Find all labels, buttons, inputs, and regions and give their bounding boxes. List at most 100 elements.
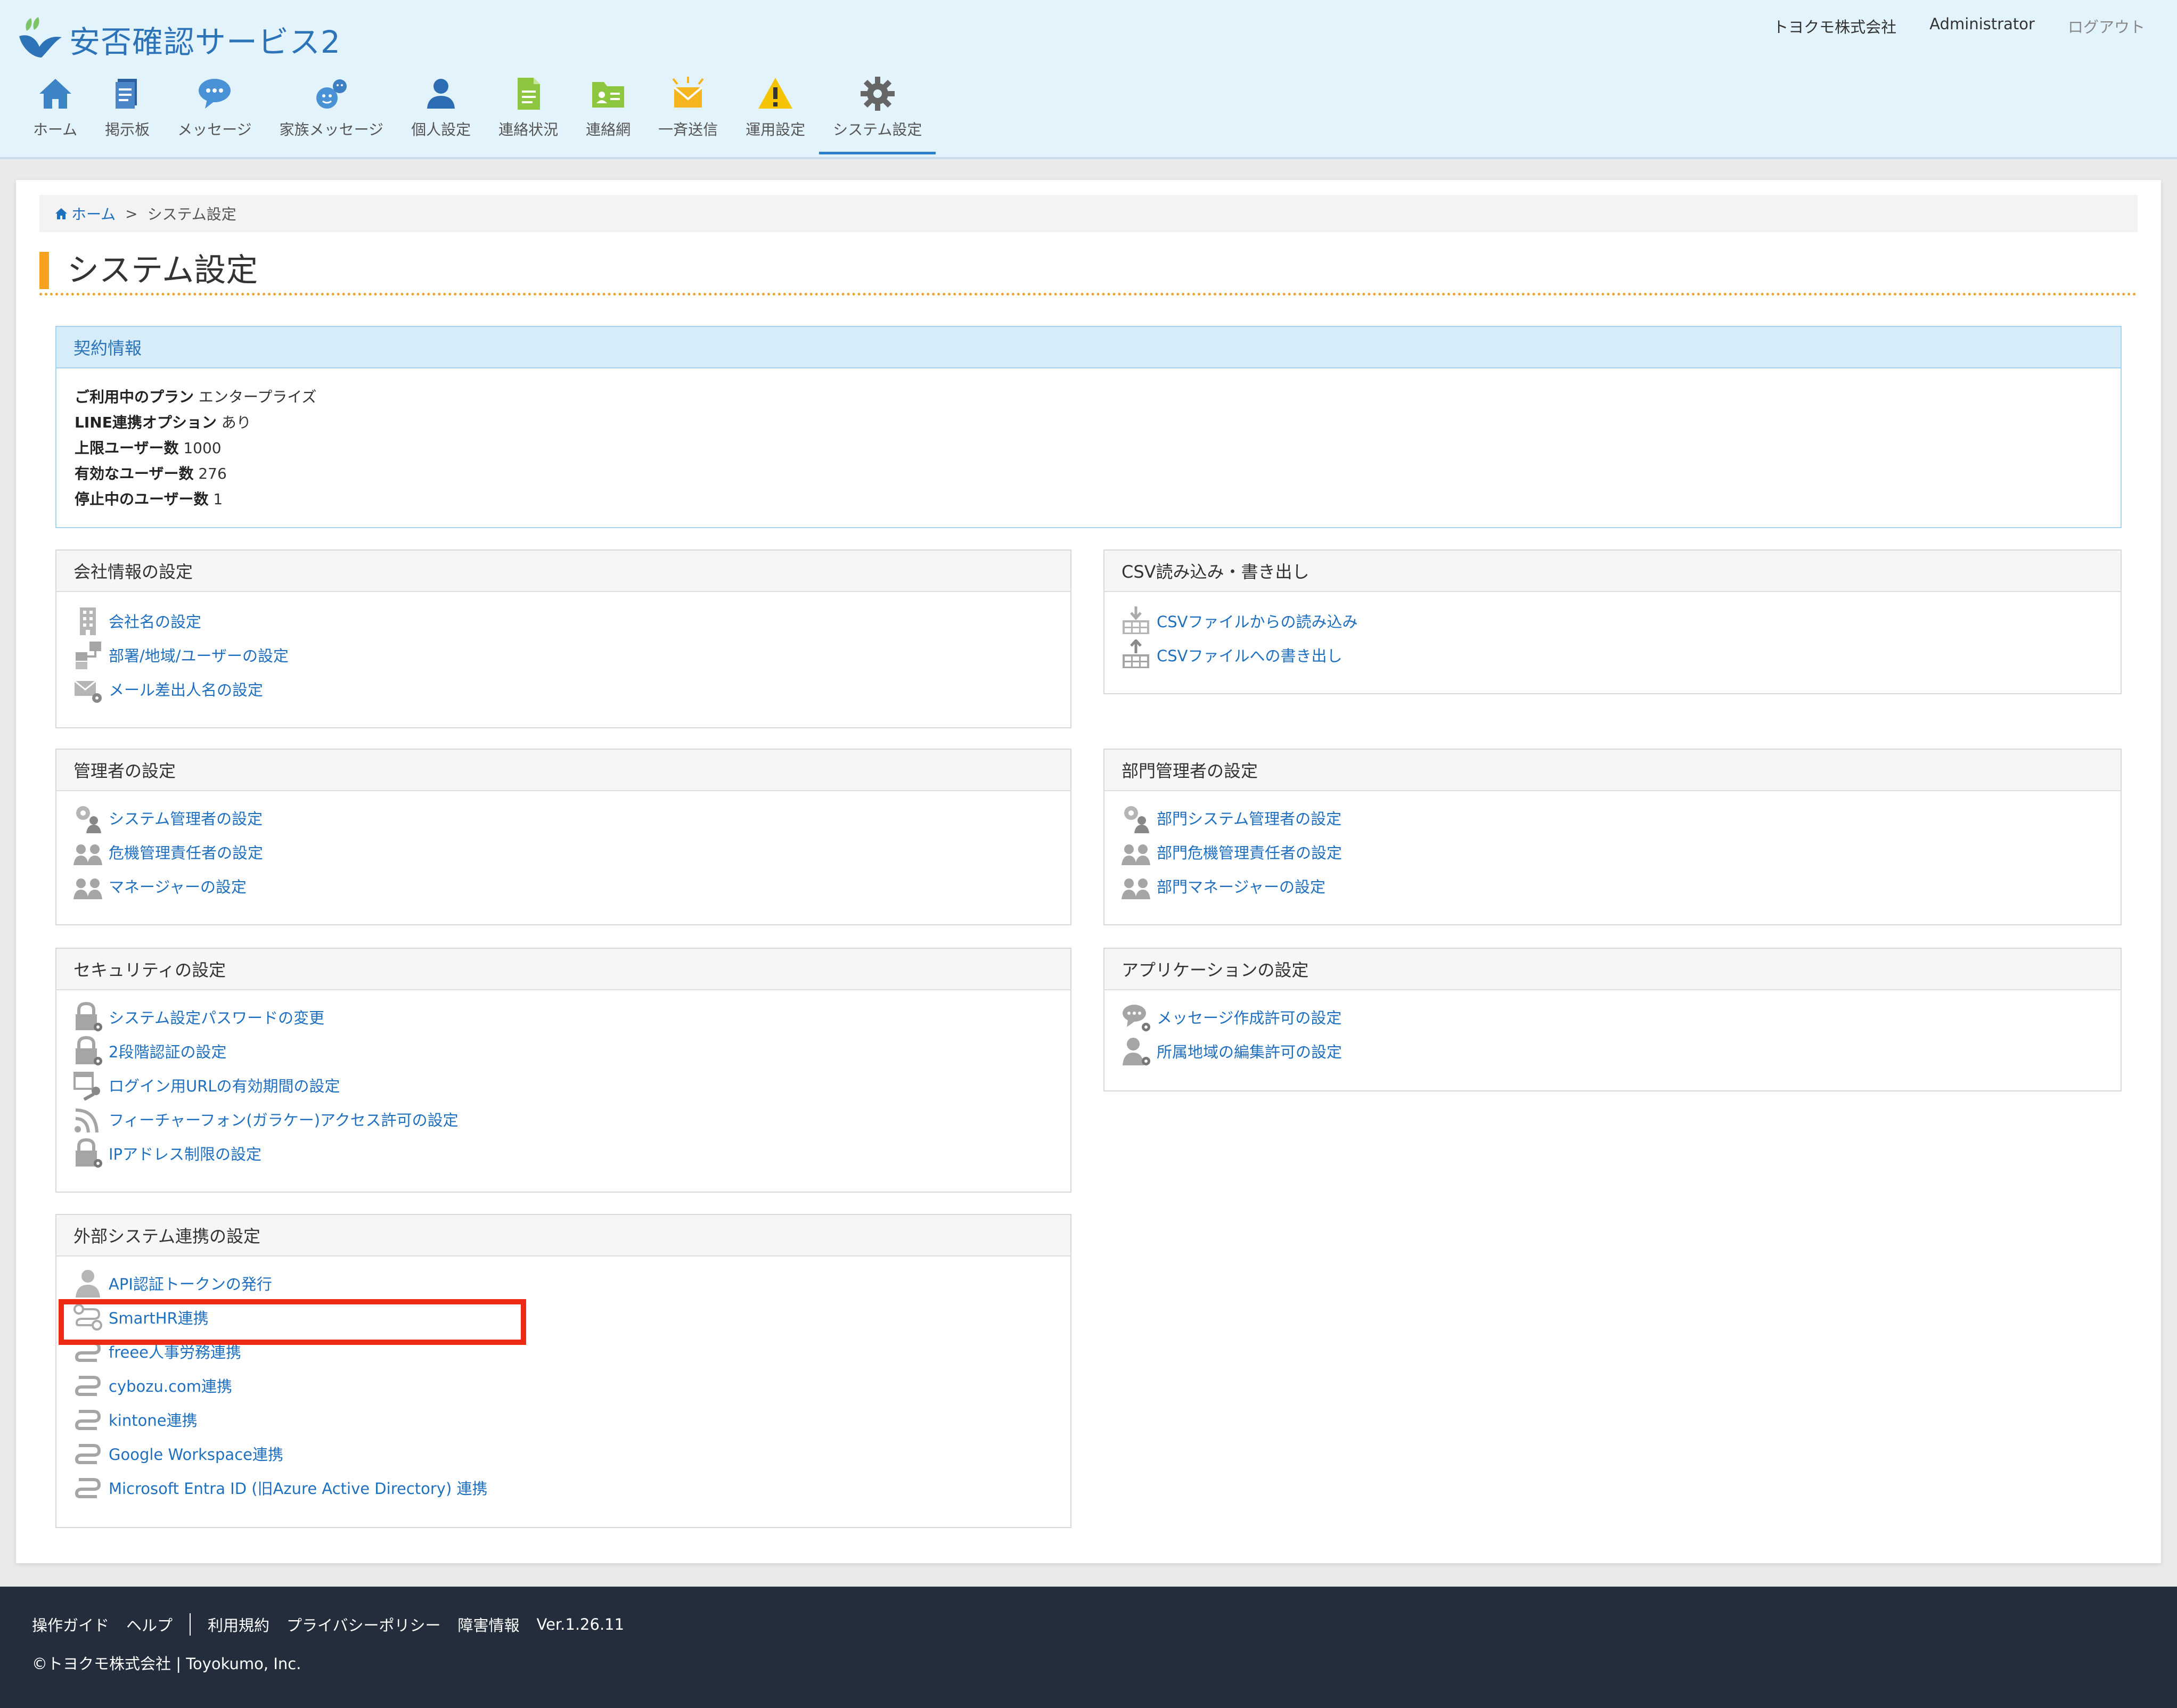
nav-label: システム設定 — [833, 121, 922, 138]
link-company-name[interactable]: 会社名の設定 — [72, 604, 201, 638]
highlight-box-smarthr — [59, 1299, 526, 1345]
nav-label: 運用設定 — [746, 121, 806, 138]
link-system-password[interactable]: システム設定パスワードの変更 — [72, 1000, 324, 1034]
nav-operation-settings[interactable]: 運用設定 — [732, 75, 819, 154]
contract-line-option: LINE連携オプション あり — [75, 414, 251, 431]
footer-copyright: ©トヨクモ株式会社 | Toyokumo, Inc. — [32, 1655, 301, 1673]
main-nav: ホーム 掲示板 メッセージ 家族メッセージ 個人設定 連絡状況 連絡網 一斉送信… — [19, 75, 936, 154]
integration-flow-icon — [75, 1376, 101, 1396]
dept-admin-settings-box: 部門管理者の設定 部門システム管理者の設定 部門危機管理責任者の設定 部門マネー… — [1103, 749, 2122, 925]
envelope-broadcast-icon — [672, 77, 704, 108]
link-system-admin[interactable]: システム管理者の設定 — [72, 801, 263, 835]
link-microsoft-entra[interactable]: Microsoft Entra ID (旧Azure Active Direct… — [72, 1471, 488, 1505]
footer-link-guide[interactable]: 操作ガイド — [32, 1613, 109, 1636]
footer-link-terms[interactable]: 利用規約 — [208, 1613, 269, 1636]
link-crisis-manager[interactable]: 危機管理責任者の設定 — [72, 835, 263, 869]
nav-home[interactable]: ホーム — [19, 75, 91, 154]
building-icon — [80, 607, 96, 635]
breadcrumb-current: システム設定 — [147, 206, 236, 223]
link-cybozu[interactable]: cybozu.com連携 — [72, 1368, 232, 1402]
main-panel: ホーム > システム設定 システム設定 契約情報 ご利用中のプラン エンタープラ… — [16, 180, 2161, 1563]
link-dept-system-admin[interactable]: 部門システム管理者の設定 — [1120, 801, 1341, 835]
link-manager[interactable]: マネージャーの設定 — [72, 869, 247, 903]
link-api-token[interactable]: API認証トークンの発行 — [72, 1266, 272, 1300]
link-google-workspace[interactable]: Google Workspace連携 — [72, 1436, 283, 1471]
link-login-url-expiry[interactable]: ログイン用URLの有効期間の設定 — [72, 1068, 340, 1102]
link-ip-restriction[interactable]: IPアドレス制限の設定 — [72, 1136, 261, 1170]
title-accent-bar — [39, 252, 49, 289]
app-header: 安否確認サービス2 トヨクモ株式会社 Administrator ログアウト ホ… — [0, 0, 2177, 159]
nav-family-message[interactable]: 家族メッセージ — [266, 75, 397, 154]
contract-plan: ご利用中のプラン エンタープライズ — [75, 388, 317, 406]
nav-label: 連絡網 — [586, 121, 631, 138]
breadcrumb-home[interactable]: ホーム — [54, 203, 116, 224]
document-icon — [518, 78, 541, 110]
gear-user-icon — [76, 806, 101, 833]
integration-flow-icon — [75, 1444, 101, 1464]
app-title: 安否確認サービス2 — [69, 24, 341, 60]
breadcrumb: ホーム > システム設定 — [39, 195, 2138, 232]
footer: 操作ガイド ヘルプ 利用規約 プライバシーポリシー 障害情報 Ver.1.26.… — [0, 1587, 2177, 1708]
page-title: システム設定 — [67, 252, 258, 289]
users-icon — [73, 844, 102, 865]
home-icon — [55, 208, 67, 219]
nav-broadcast[interactable]: 一斉送信 — [644, 75, 732, 154]
section-title: アプリケーションの設定 — [1104, 949, 2121, 990]
footer-version: Ver.1.26.11 — [536, 1615, 625, 1633]
folder-contacts-icon — [592, 82, 625, 108]
nav-message[interactable]: メッセージ — [163, 75, 265, 154]
link-kintone[interactable]: kintone連携 — [72, 1402, 198, 1436]
integration-flow-icon — [75, 1410, 101, 1430]
lock-settings-icon — [76, 1001, 102, 1031]
link-mail-sender-name[interactable]: メール差出人名の設定 — [72, 672, 263, 706]
link-dept-manager[interactable]: 部門マネージャーの設定 — [1120, 869, 1325, 903]
link-feature-phone-access[interactable]: フィーチャーフォン(ガラケー)アクセス許可の設定 — [72, 1102, 459, 1136]
dove-logo-icon — [19, 17, 62, 58]
contract-suspended-users: 停止中のユーザー数 1 — [75, 490, 223, 508]
org-structure-icon — [76, 642, 101, 669]
user-settings-icon — [1123, 1038, 1150, 1065]
mail-settings-icon — [74, 680, 102, 703]
section-title: 外部システム連携の設定 — [56, 1215, 1070, 1257]
nav-label: 連絡状況 — [498, 121, 559, 138]
external-integration-box: 外部システム連携の設定 API認証トークンの発行 SmartHR連携 freee… — [55, 1214, 1071, 1528]
footer-link-privacy[interactable]: プライバシーポリシー — [287, 1613, 440, 1636]
admin-settings-box: 管理者の設定 システム管理者の設定 危機管理責任者の設定 マネージャーの設定 — [55, 749, 1071, 925]
logout-link[interactable]: ログアウト — [2068, 15, 2145, 37]
nav-personal-settings[interactable]: 個人設定 — [397, 75, 485, 154]
user-name[interactable]: Administrator — [1929, 15, 2035, 37]
nav-system-settings[interactable]: システム設定 — [819, 75, 936, 154]
contract-info-title: 契約情報 — [56, 327, 2121, 368]
breadcrumb-separator: > — [125, 204, 138, 223]
warning-icon — [758, 78, 793, 109]
nav-contact-status[interactable]: 連絡状況 — [485, 75, 572, 154]
nav-label: メッセージ — [177, 121, 252, 138]
link-message-permission[interactable]: メッセージ作成許可の設定 — [1120, 1000, 1341, 1034]
nav-label: 個人設定 — [411, 121, 471, 138]
link-csv-export[interactable]: CSVファイルへの書き出し — [1120, 638, 1343, 672]
nav-label: 掲示板 — [105, 121, 150, 138]
section-title: 管理者の設定 — [56, 750, 1070, 791]
csv-import-icon — [1123, 606, 1149, 634]
chat-bubble-icon — [198, 79, 231, 109]
company-name: トヨクモ株式会社 — [1773, 18, 1897, 36]
csv-box: CSV読み込み・書き出し CSVファイルからの読み込み CSVファイルへの書き出… — [1103, 549, 2122, 694]
link-dept-region-user[interactable]: 部署/地域/ユーザーの設定 — [72, 638, 289, 672]
nav-contact-network[interactable]: 連絡網 — [572, 75, 644, 154]
app-logo[interactable]: 安否確認サービス2 — [15, 15, 341, 64]
link-two-factor[interactable]: 2段階認証の設定 — [72, 1034, 226, 1068]
company-settings-box: 会社情報の設定 会社名の設定 部署/地域/ユーザーの設定 メール差出人名の設定 — [55, 549, 1071, 728]
link-region-edit-permission[interactable]: 所属地域の編集許可の設定 — [1120, 1034, 1342, 1068]
footer-link-incidents[interactable]: 障害情報 — [457, 1613, 519, 1636]
nav-label: 家族メッセージ — [279, 121, 384, 138]
link-dept-crisis-manager[interactable]: 部門危機管理責任者の設定 — [1120, 835, 1342, 869]
footer-link-help[interactable]: ヘルプ — [126, 1613, 173, 1636]
page-title-block: システム設定 — [39, 252, 2138, 295]
link-csv-import[interactable]: CSVファイルからの読み込み — [1120, 604, 1358, 638]
family-message-icon — [316, 79, 347, 109]
section-title: CSV読み込み・書き出し — [1104, 551, 2121, 592]
calendar-key-icon — [73, 1072, 100, 1101]
gear-user-icon — [1124, 806, 1149, 833]
users-icon — [1122, 844, 1150, 865]
nav-board[interactable]: 掲示板 — [91, 75, 163, 154]
